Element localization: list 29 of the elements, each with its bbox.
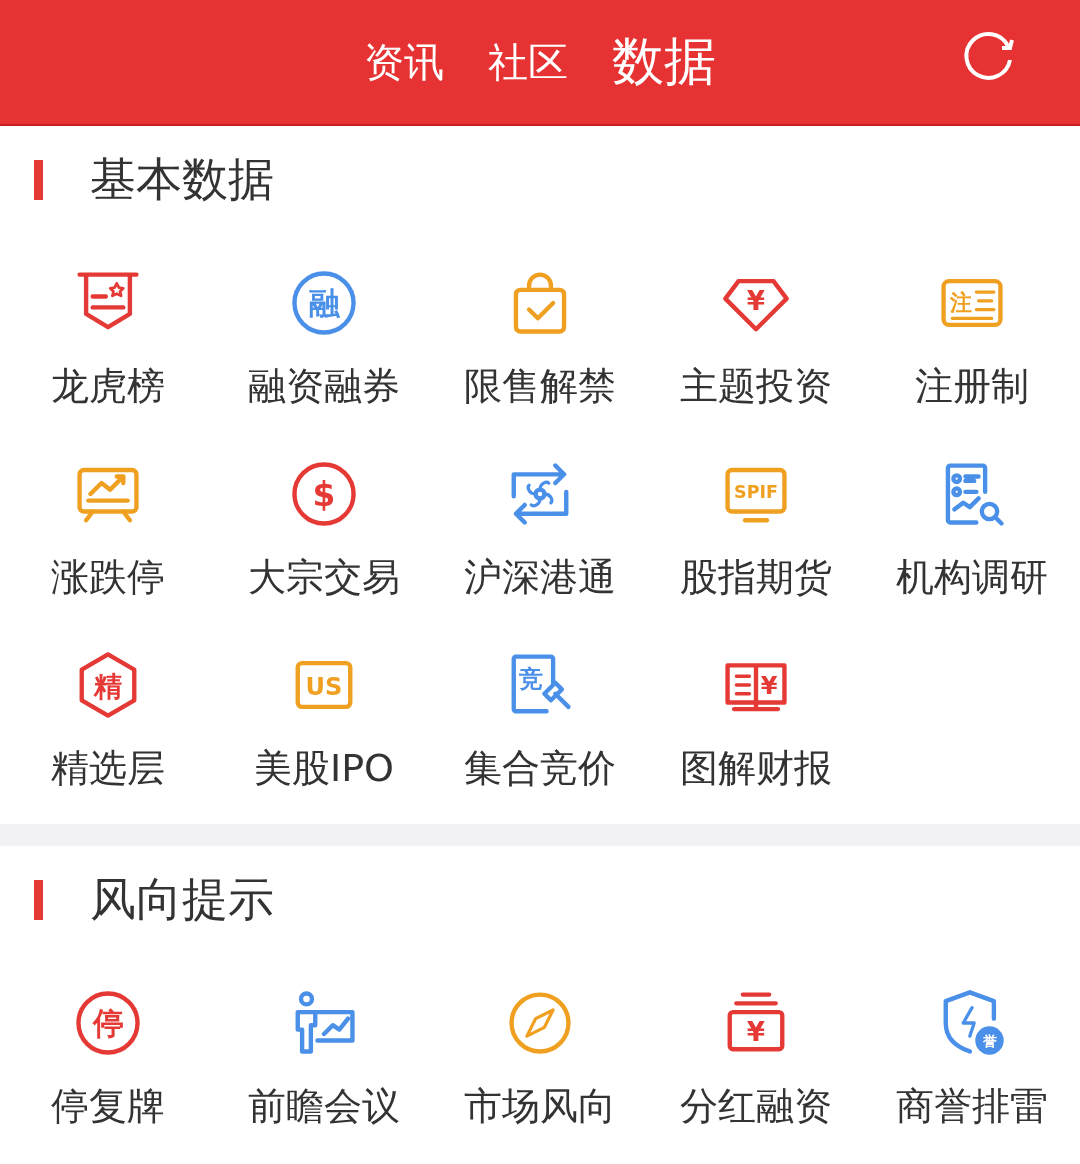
menu-item[interactable]: 机构调研 — [864, 459, 1080, 600]
menu-item[interactable]: 前瞻会议 — [216, 988, 432, 1129]
menu-item[interactable]: 竞 集合竞价 — [432, 650, 648, 791]
menu-item[interactable]: 沪深港通 — [432, 459, 648, 600]
section-title: 风向提示 — [90, 871, 274, 928]
menu-item[interactable]: US 美股IPO — [216, 650, 432, 791]
menu-item[interactable]: 注 注册制 — [864, 268, 1080, 409]
feature-icon: $ — [289, 459, 359, 529]
tab[interactable]: 数据 — [612, 27, 716, 97]
menu-item[interactable]: 停 停复牌 — [0, 988, 216, 1129]
menu-item[interactable]: 市场风向 — [432, 988, 648, 1129]
menu-item[interactable]: 龙虎榜 — [0, 268, 216, 409]
menu-item[interactable]: 融 融资融券 — [216, 268, 432, 409]
menu-item[interactable]: SPIF 股指期货 — [648, 459, 864, 600]
tab[interactable]: 社区 — [488, 34, 568, 90]
feature-icon: 停 — [73, 988, 143, 1058]
menu-item[interactable]: 涨跌停 — [0, 459, 216, 600]
menu-item[interactable]: 限售解禁 — [432, 268, 648, 409]
tab[interactable]: 资讯 — [364, 34, 444, 90]
section-title: 基本数据 — [90, 151, 274, 208]
menu-item[interactable]: ¥ 图解财报 — [648, 650, 864, 791]
menu-item[interactable]: 精 精选层 — [0, 650, 216, 791]
menu-item[interactable]: 誉 商誉排雷 — [864, 988, 1080, 1129]
accent-bar — [34, 160, 43, 200]
feature-icon: 融 — [289, 268, 359, 338]
menu-item[interactable]: $ 大宗交易 — [216, 459, 432, 600]
menu-item[interactable]: ¥ 分红融资 — [648, 988, 864, 1129]
accent-bar — [34, 880, 43, 920]
menu-item[interactable]: ¥ 主题投资 — [648, 268, 864, 409]
